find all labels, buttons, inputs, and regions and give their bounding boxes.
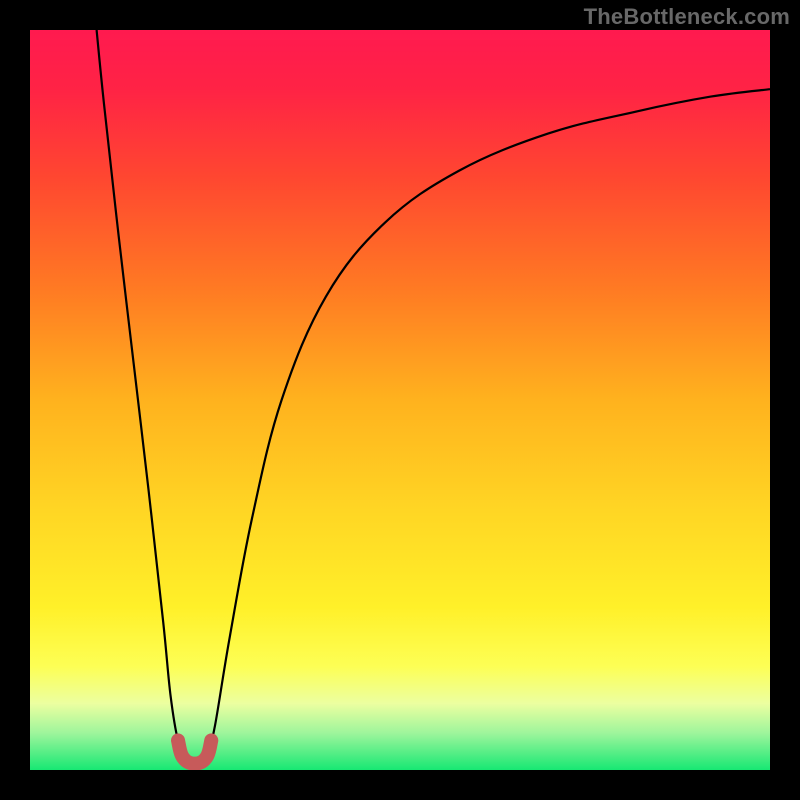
plot-area bbox=[30, 30, 770, 770]
chart-svg bbox=[30, 30, 770, 770]
outer-frame: TheBottleneck.com bbox=[0, 0, 800, 800]
watermark-text: TheBottleneck.com bbox=[584, 4, 790, 30]
gradient-background bbox=[30, 30, 770, 770]
